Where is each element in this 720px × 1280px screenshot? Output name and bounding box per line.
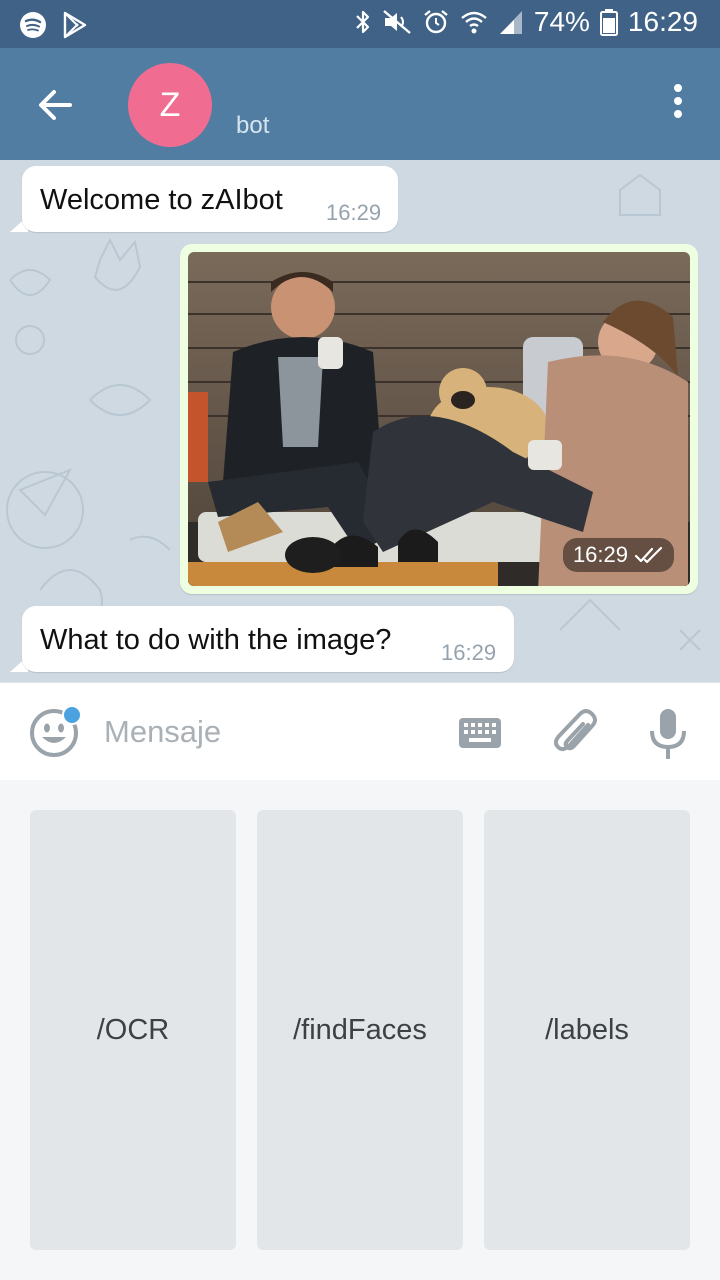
chat-area[interactable]: Welcome to zAIbot 16:29 16:29 What to do… [0,160,720,682]
photo[interactable]: 16:29 [188,252,690,586]
message-composer [0,682,720,780]
status-bar: 74% 16:29 [0,0,720,48]
message-input[interactable] [104,709,424,755]
photo-image [188,252,690,586]
play-store-icon [62,11,88,39]
mute-icon [382,8,412,36]
message-text: What to do with the image? [40,624,392,656]
chat-header: Z bot [0,48,720,160]
photo-time: 16:29 [572,542,628,567]
bot-command-ocr[interactable]: /OCR [30,810,236,1250]
voice-record-button[interactable] [648,707,688,761]
back-button[interactable] [30,80,80,130]
message-time: 16:29 [326,200,382,225]
message-text: Welcome to zAIbot [40,184,283,216]
more-vert-icon [666,84,690,118]
bot-command-labels[interactable]: /labels [484,810,690,1250]
keyboard-icon [459,718,501,748]
bot-reply-keyboard: /OCR /findFaces /labels [0,780,720,1280]
chat-subtitle: bot [236,112,270,139]
more-options-button[interactable] [666,84,690,124]
paperclip-icon [553,709,597,752]
alarm-icon [422,8,450,36]
bluetooth-icon [354,8,372,36]
message-photo[interactable]: 16:29 [180,244,698,594]
bot-command-findfaces[interactable]: /findFaces [257,810,463,1250]
microphone-icon [650,709,686,759]
double-check-icon [634,546,663,564]
bot-keyboard-toggle[interactable] [458,717,502,749]
photo-time-badge: 16:29 [562,538,674,572]
battery-icon [599,8,618,36]
attach-button[interactable] [550,705,602,761]
arrow-back-icon [39,90,72,120]
notification-dot [62,705,82,725]
message-time: 16:29 [441,640,497,665]
avatar[interactable]: Z [128,63,212,147]
status-time: 16:29 [627,6,698,37]
spotify-icon [18,10,48,40]
wifi-icon [460,8,488,36]
battery-percent: 74% [533,6,590,37]
signal-icon [498,8,524,36]
